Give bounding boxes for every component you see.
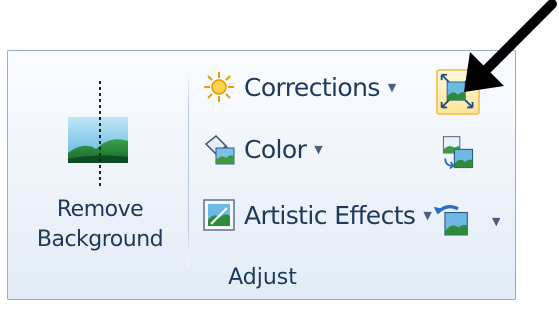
black-arrow-pointer-icon: [464, 0, 557, 92]
color-bucket-icon: [204, 134, 235, 165]
corrections-button[interactable]: Corrections ▼: [202, 65, 396, 109]
color-button[interactable]: Color ▼: [202, 127, 323, 171]
reset-picture-button[interactable]: ▼: [430, 199, 510, 243]
corrections-label: Corrections: [244, 72, 380, 102]
remove-background-label-line2: Background: [36, 227, 164, 252]
reset-picture-icon: [433, 205, 468, 236]
chevron-down-icon: ▼: [387, 80, 396, 94]
change-picture-button[interactable]: [438, 133, 482, 177]
chevron-down-icon: ▼: [314, 142, 323, 156]
remove-background-icon: [68, 81, 128, 189]
group-label: Adjust: [228, 265, 297, 290]
remove-background-button[interactable]: Remove Background: [20, 69, 180, 269]
corrections-sun-icon: [204, 72, 234, 102]
artistic-effects-button[interactable]: Artistic Effects ▼: [202, 193, 432, 237]
artistic-effects-label: Artistic Effects: [244, 200, 416, 230]
remove-background-label-line1: Remove: [56, 197, 144, 222]
change-picture-icon: [442, 136, 474, 170]
artistic-effects-icon: [203, 199, 235, 231]
chevron-down-icon: ▼: [492, 215, 501, 228]
group-separator: [188, 67, 189, 267]
color-label: Color: [244, 134, 307, 164]
